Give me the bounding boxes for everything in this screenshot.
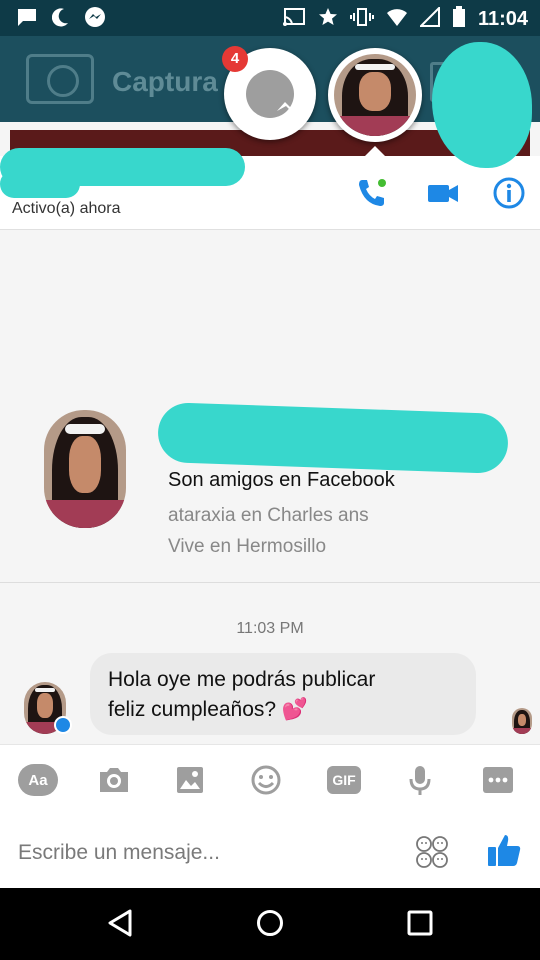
cast-icon [282,7,306,32]
unread-badge: 4 [222,46,248,72]
profile-location: Vive en Hermosillo [168,536,327,557]
clock: 11:04 [477,8,528,30]
camera-icon [26,54,94,104]
contact-chat-head[interactable] [328,48,422,142]
message-text-line: Hola oye me podrás publicar [108,668,376,691]
text-format-icon[interactable]: Aa [18,764,58,796]
wifi-icon [386,7,408,32]
message-bubble[interactable]: Hola oye me podrás publicar feliz cumple… [90,653,476,735]
microphone-icon[interactable] [400,764,440,796]
info-icon[interactable] [492,176,526,210]
star-icon [318,7,338,32]
more-icon[interactable] [478,764,518,796]
back-icon[interactable] [106,908,134,943]
message-icon [16,7,38,32]
stickers-icon[interactable] [414,834,450,875]
redacted-contact-name [0,170,80,198]
call-icon[interactable] [354,176,388,210]
background-app-title: Captura [112,66,218,97]
recents-icon[interactable] [407,910,433,941]
message-input[interactable] [18,836,398,870]
messenger-badge-icon [54,716,72,734]
battery-icon [452,6,466,33]
like-icon[interactable] [486,832,522,873]
video-call-icon[interactable] [426,176,460,210]
profile-card-avatar[interactable] [44,410,126,528]
camera-icon[interactable] [94,764,134,796]
emoji-icon[interactable] [246,764,286,796]
vibrate-icon [349,7,374,32]
signal-icon [418,5,440,32]
chat-head-pointer [365,146,385,156]
message-text-line: feliz cumpleaños? 💕 [108,698,309,721]
profile-work: ataraxia en Charles ans [168,505,369,526]
avatar [334,54,416,136]
message-timestamp: 11:03 PM [236,620,304,637]
divider [0,582,540,583]
messenger-chat-head[interactable]: 4 [222,46,316,140]
home-icon[interactable] [256,909,284,942]
moon-icon [51,7,70,32]
redacted-profile-name [157,401,509,475]
status-bar: 11:04 [0,0,540,36]
gif-icon[interactable]: GIF [327,766,361,794]
messenger-icon [84,6,106,33]
gallery-icon[interactable] [170,764,210,796]
seen-indicator-avatar [512,708,532,734]
friendship-status: Son amigos en Facebook [168,469,395,491]
messenger-icon [246,70,299,118]
active-status: Activo(a) ahora [12,200,121,217]
